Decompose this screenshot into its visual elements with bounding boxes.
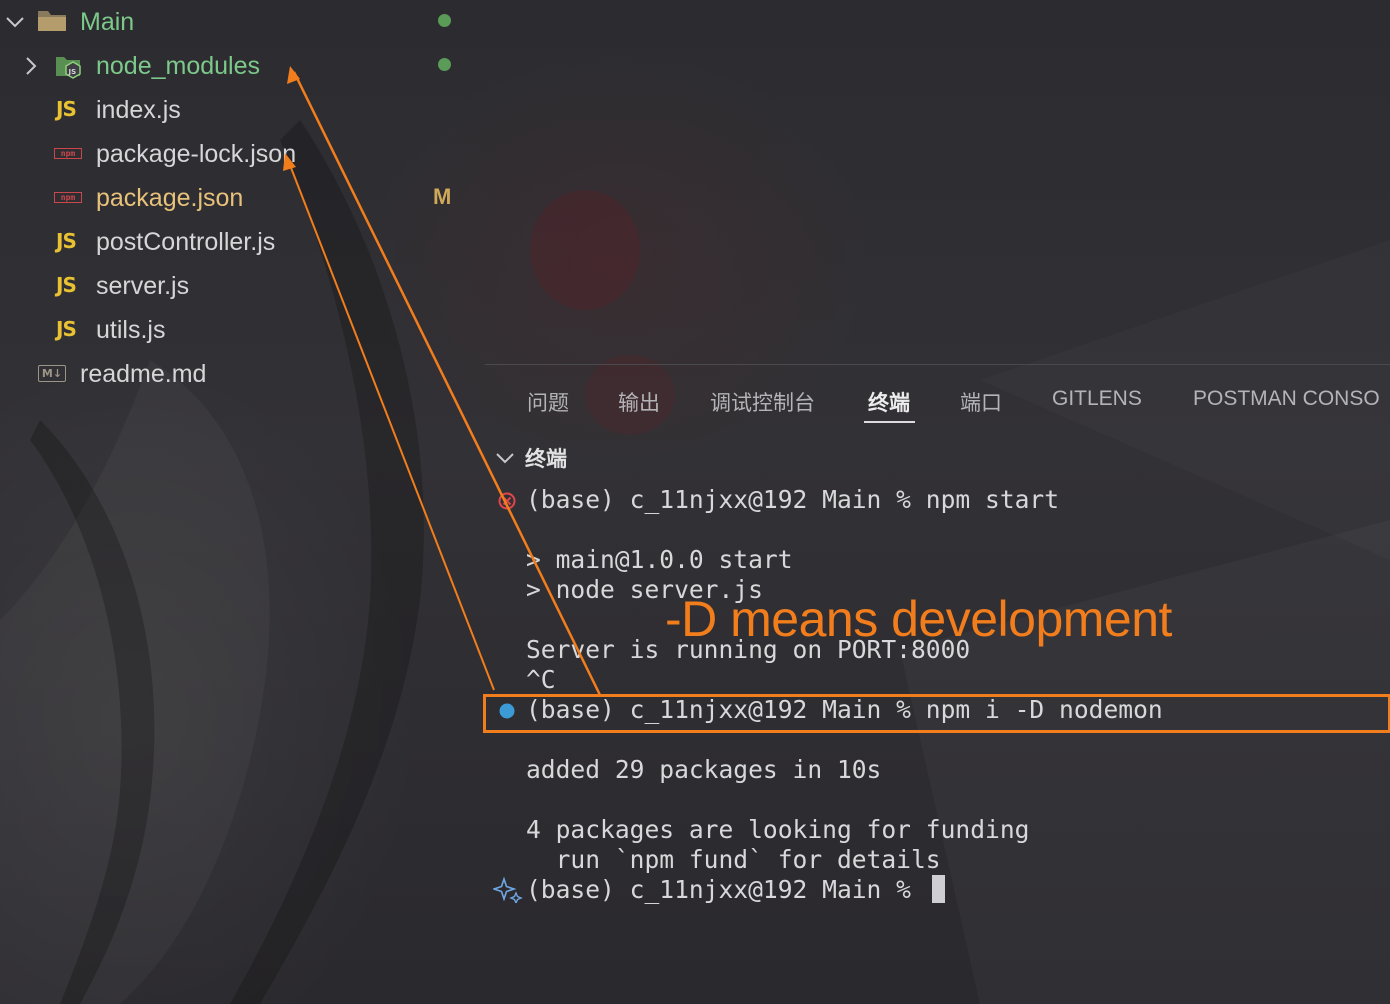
- terminal-title: 终端: [525, 448, 567, 471]
- tree-item-label: node_modules: [96, 51, 261, 80]
- tab-problems[interactable]: 问题: [527, 387, 569, 417]
- tree-item-index-js[interactable]: JS index.js: [0, 88, 485, 132]
- tab-terminal[interactable]: 终端: [868, 387, 910, 417]
- tab-ports[interactable]: 端口: [960, 387, 1002, 417]
- status-dot: [438, 58, 451, 71]
- chevron-right-icon[interactable]: [20, 55, 42, 77]
- tree-item-server-js[interactable]: JS server.js: [0, 264, 485, 308]
- tree-item-label: Main: [80, 7, 135, 36]
- modified-badge: M: [433, 184, 452, 209]
- terminal-prompt: (base) c_11njxx@192 Main %: [526, 875, 926, 904]
- tree-item-readme-md[interactable]: M↓ readme.md: [0, 352, 485, 396]
- npm-icon: npm: [54, 192, 82, 203]
- terminal-line: ^C: [526, 665, 556, 694]
- active-tab-indicator: [864, 421, 915, 423]
- node-folder-icon: JS: [54, 52, 84, 80]
- markdown-icon: M↓: [38, 365, 66, 382]
- sparkle-icon[interactable]: [493, 877, 523, 903]
- npm-icon: npm: [54, 148, 82, 159]
- js-icon: JS: [56, 229, 77, 253]
- tab-output[interactable]: 输出: [618, 387, 660, 417]
- terminal-line: run `npm fund` for details: [526, 845, 941, 874]
- error-circle-icon[interactable]: [497, 491, 517, 511]
- tree-item-label: utils.js: [96, 315, 166, 344]
- js-icon: JS: [56, 97, 77, 121]
- terminal-line: (base) c_11njxx@192 Main % npm start: [526, 485, 1060, 514]
- bottom-panel: 问题 输出 调试控制台 终端 端口 GITLENS POSTMAN CONSO …: [485, 364, 1390, 1004]
- svg-text:JS: JS: [68, 68, 77, 76]
- tab-debug-console[interactable]: 调试控制台: [710, 387, 815, 417]
- terminal-cursor: [931, 875, 945, 903]
- tree-item-label: package-lock.json: [96, 139, 297, 168]
- tree-item-label: index.js: [96, 95, 181, 124]
- tree-root-folder[interactable]: Main: [0, 0, 485, 44]
- tab-gitlens[interactable]: GITLENS: [1052, 387, 1142, 411]
- tree-item-package-lock-json[interactable]: npm package-lock.json: [0, 132, 485, 176]
- tree-item-label: postController.js: [96, 227, 276, 256]
- chevron-down-icon[interactable]: [495, 451, 515, 465]
- terminal-section-header[interactable]: 终端: [495, 443, 567, 473]
- terminal-line: 4 packages are looking for funding: [526, 815, 1030, 844]
- tree-item-utils-js[interactable]: JS utils.js: [0, 308, 485, 352]
- js-icon: JS: [56, 317, 77, 341]
- annotation-highlight-box: [483, 694, 1390, 733]
- terminal-line: > main@1.0.0 start: [526, 545, 793, 574]
- tree-item-label: readme.md: [80, 359, 207, 388]
- terminal-prompt-line[interactable]: (base) c_11njxx@192 Main %: [526, 875, 945, 904]
- modified-status-dot: [438, 14, 451, 27]
- tree-item-node-modules[interactable]: JS node_modules: [0, 44, 485, 88]
- annotation-text: -D means development: [665, 591, 1172, 647]
- tree-item-label: package.json: [96, 183, 244, 212]
- tree-item-postcontroller-js[interactable]: JS postController.js: [0, 220, 485, 264]
- tree-item-package-json[interactable]: npm package.json M: [0, 176, 485, 220]
- chevron-down-icon[interactable]: [4, 11, 26, 33]
- tab-postman-console[interactable]: POSTMAN CONSO: [1193, 387, 1380, 411]
- file-explorer: Main JS node_modules JS index.js npm pac…: [0, 0, 485, 1004]
- screen: Main JS node_modules JS index.js npm pac…: [0, 0, 1390, 1004]
- tree-item-label: server.js: [96, 271, 190, 300]
- js-icon: JS: [56, 273, 77, 297]
- folder-icon: [36, 7, 68, 33]
- terminal-line: added 29 packages in 10s: [526, 755, 882, 784]
